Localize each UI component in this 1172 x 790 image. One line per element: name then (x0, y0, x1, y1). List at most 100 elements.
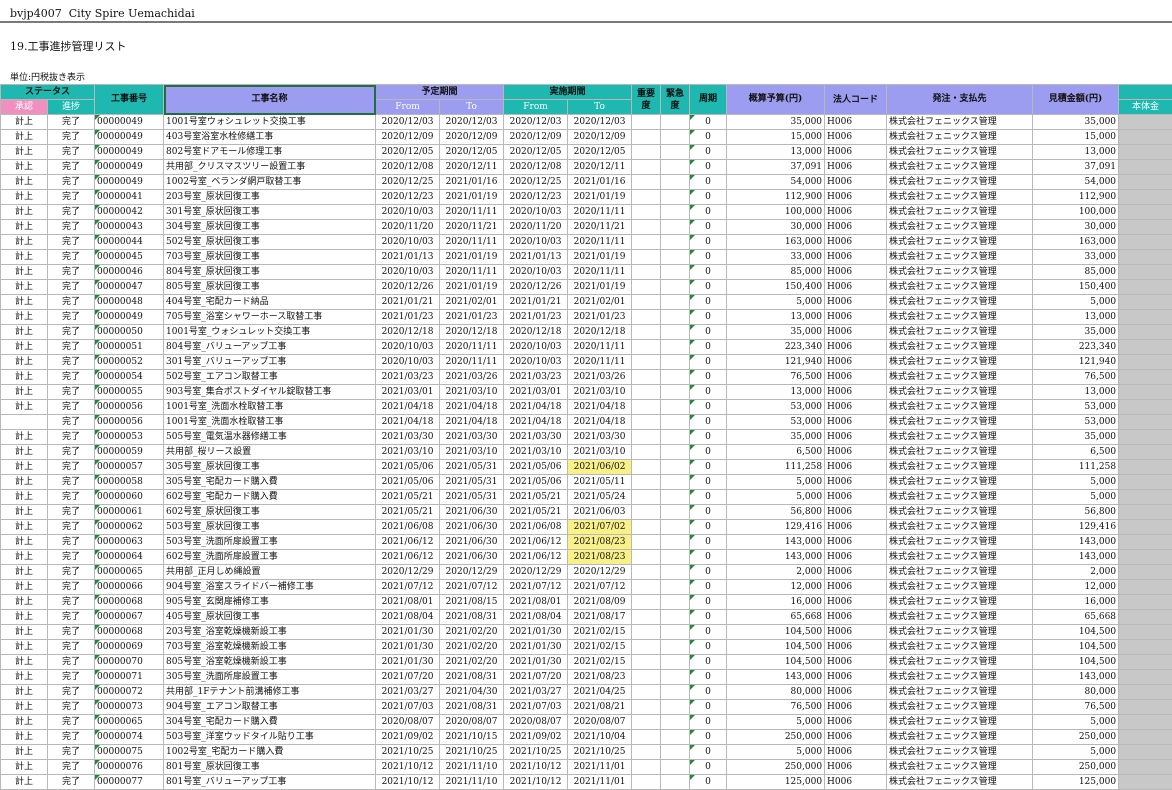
cell-plan-to[interactable]: 2021/08/31 (440, 700, 504, 715)
cell-vendor[interactable]: 株式会社フェニックス管理 (887, 145, 1033, 160)
cell-corp-code[interactable]: H006 (825, 355, 887, 370)
cell-budget[interactable]: 13,000 (727, 385, 825, 400)
cell-approve[interactable]: 計上 (1, 430, 48, 445)
cell-work-no[interactable]: 00000077 (95, 775, 164, 790)
cell-plan-to[interactable]: 2020/11/11 (440, 355, 504, 370)
cell-plan-to[interactable]: 2021/08/31 (440, 670, 504, 685)
table-row[interactable]: 計上完了000000561001号室_洗面水栓取替工事2021/04/18202… (1, 400, 1172, 415)
cell-plan-from[interactable]: 2021/04/18 (376, 400, 440, 415)
cell-work-no[interactable]: 00000076 (95, 760, 164, 775)
cell-plan-from[interactable]: 2021/10/12 (376, 760, 440, 775)
cell-work-name[interactable]: 305号室_洗面所扉設置工事 (164, 670, 376, 685)
cell-vendor[interactable]: 株式会社フェニックス管理 (887, 520, 1033, 535)
table-row[interactable]: 計上完了00000076801号室_原状回復工事2021/10/122021/1… (1, 760, 1172, 775)
cell-corp-code[interactable]: H006 (825, 505, 887, 520)
cell-importance[interactable] (632, 700, 661, 715)
cell-budget[interactable]: 121,940 (727, 355, 825, 370)
cell-plan-from[interactable]: 2021/06/12 (376, 550, 440, 565)
header-progress[interactable]: 進捗 (48, 100, 95, 115)
header-plan-from[interactable]: From (376, 100, 440, 115)
table-row[interactable]: 計上完了00000052301号室_バリューアップ工事2020/10/03202… (1, 355, 1172, 370)
cell-corp-code[interactable]: H006 (825, 130, 887, 145)
cell-work-name[interactable]: 301号室_原状回復工事 (164, 205, 376, 220)
cell-actual-from[interactable]: 2021/01/23 (504, 310, 568, 325)
cell-corp-code[interactable]: H006 (825, 685, 887, 700)
cell-work-no[interactable]: 00000042 (95, 205, 164, 220)
cell-plan-to[interactable]: 2020/12/11 (440, 160, 504, 175)
cell-actual-to[interactable]: 2021/11/01 (568, 760, 632, 775)
cell-actual-from[interactable]: 2021/07/12 (504, 580, 568, 595)
cell-work-name[interactable]: 804号室_原状回復工事 (164, 265, 376, 280)
cell-budget[interactable]: 6,500 (727, 445, 825, 460)
cell-corp-code[interactable]: H006 (825, 160, 887, 175)
cell-progress[interactable]: 完了 (48, 460, 95, 475)
cell-actual-from[interactable]: 2021/03/01 (504, 385, 568, 400)
cell-corp-code[interactable]: H006 (825, 610, 887, 625)
cell-urgency[interactable] (661, 715, 690, 730)
cell-vendor[interactable]: 株式会社フェニックス管理 (887, 670, 1033, 685)
cell-approve[interactable]: 計上 (1, 310, 48, 325)
cell-plan-from[interactable]: 2021/01/21 (376, 295, 440, 310)
cell-actual-from[interactable]: 2021/06/12 (504, 535, 568, 550)
cell-plan-to[interactable]: 2020/12/05 (440, 145, 504, 160)
cell-actual-to[interactable]: 2021/01/19 (568, 280, 632, 295)
cell-approve[interactable]: 計上 (1, 130, 48, 145)
cell-approve[interactable]: 計上 (1, 550, 48, 565)
cell-vendor[interactable]: 株式会社フェニックス管理 (887, 730, 1033, 745)
cell-progress[interactable]: 完了 (48, 265, 95, 280)
cell-importance[interactable] (632, 685, 661, 700)
cell-cycle[interactable]: 0 (690, 295, 727, 310)
cell-progress[interactable]: 完了 (48, 280, 95, 295)
cell-estimate[interactable]: 5,000 (1033, 490, 1119, 505)
cell-urgency[interactable] (661, 250, 690, 265)
cell-urgency[interactable] (661, 265, 690, 280)
cell-vendor[interactable]: 株式会社フェニックス管理 (887, 550, 1033, 565)
cell-estimate[interactable]: 35,000 (1033, 430, 1119, 445)
cell-plan-from[interactable]: 2021/01/30 (376, 640, 440, 655)
cell-work-name[interactable]: 802号室ドアモール修理工事 (164, 145, 376, 160)
cell-cycle[interactable]: 0 (690, 550, 727, 565)
cell-plan-to[interactable]: 2020/11/11 (440, 205, 504, 220)
cell-estimate[interactable]: 111,258 (1033, 460, 1119, 475)
cell-work-name[interactable]: 304号室_原状回復工事 (164, 220, 376, 235)
cell-work-no[interactable]: 00000067 (95, 610, 164, 625)
cell-actual-to[interactable]: 2020/11/11 (568, 355, 632, 370)
cell-approve[interactable]: 計上 (1, 730, 48, 745)
cell-actual-from[interactable]: 2020/10/03 (504, 235, 568, 250)
cell-corp-code[interactable]: H006 (825, 640, 887, 655)
cell-importance[interactable] (632, 715, 661, 730)
cell-importance[interactable] (632, 160, 661, 175)
cell-cycle[interactable]: 0 (690, 730, 727, 745)
cell-corp-code[interactable]: H006 (825, 700, 887, 715)
table-row[interactable]: 計上完了000000491002号室_ベランダ網戸取替工事2020/12/252… (1, 175, 1172, 190)
cell-plan-to[interactable]: 2021/03/10 (440, 385, 504, 400)
cell-budget[interactable]: 5,000 (727, 745, 825, 760)
cell-corp-code[interactable]: H006 (825, 520, 887, 535)
cell-approve[interactable] (1, 415, 48, 430)
cell-cycle[interactable]: 0 (690, 175, 727, 190)
cell-estimate[interactable]: 33,000 (1033, 250, 1119, 265)
cell-corp-code[interactable]: H006 (825, 190, 887, 205)
cell-plan-from[interactable]: 2020/12/09 (376, 130, 440, 145)
table-row[interactable]: 計上完了00000070805号室_浴室乾燥機新設工事2021/01/30202… (1, 655, 1172, 670)
cell-actual-to[interactable]: 2020/11/11 (568, 340, 632, 355)
cell-progress[interactable]: 完了 (48, 415, 95, 430)
cell-importance[interactable] (632, 520, 661, 535)
cell-actual-to[interactable]: 2021/02/01 (568, 295, 632, 310)
cell-work-name[interactable]: 805号室_原状回復工事 (164, 280, 376, 295)
cell-cycle[interactable]: 0 (690, 250, 727, 265)
cell-importance[interactable] (632, 775, 661, 790)
table-row[interactable]: 計上完了00000077801号室_バリューアップ工事2021/10/12202… (1, 775, 1172, 790)
cell-actual-from[interactable]: 2020/12/18 (504, 325, 568, 340)
cell-corp-code[interactable]: H006 (825, 220, 887, 235)
cell-plan-to[interactable]: 2021/02/20 (440, 655, 504, 670)
cell-estimate[interactable]: 35,000 (1033, 115, 1119, 130)
cell-plan-from[interactable]: 2021/04/18 (376, 415, 440, 430)
cell-cycle[interactable]: 0 (690, 340, 727, 355)
header-extra[interactable] (1119, 85, 1172, 100)
cell-actual-from[interactable]: 2020/12/29 (504, 565, 568, 580)
cell-corp-code[interactable]: H006 (825, 655, 887, 670)
cell-main-amount[interactable] (1119, 430, 1172, 445)
cell-main-amount[interactable] (1119, 175, 1172, 190)
cell-progress[interactable]: 完了 (48, 505, 95, 520)
